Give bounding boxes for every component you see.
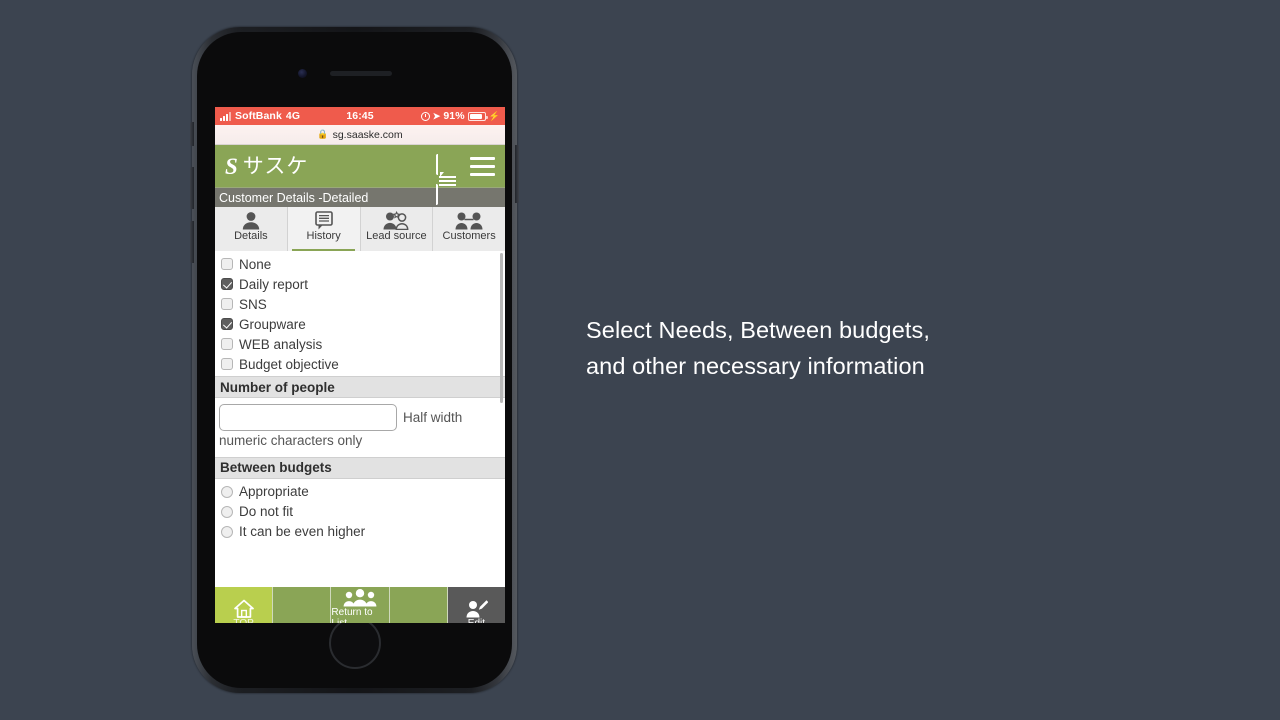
front-camera (297, 69, 307, 78)
status-bar: SoftBank 4G 16:45 ➤ 91% ⚡ (215, 107, 505, 125)
volume-down-button[interactable] (190, 221, 194, 263)
iphone-device-frame: SoftBank 4G 16:45 ➤ 91% ⚡ 🔒 sg.saaske.co… (190, 27, 519, 693)
person-star-icon (383, 210, 409, 230)
carrier-label: SoftBank (235, 110, 282, 122)
alarm-clock-icon (420, 111, 430, 121)
radio-row-it-can-be-even-higher[interactable]: It can be even higher (215, 522, 505, 542)
power-button[interactable] (515, 145, 519, 203)
tab-details[interactable]: Details (215, 207, 288, 251)
radio-label: Do not fit (239, 504, 294, 520)
tab-label: Customers (442, 230, 496, 242)
caption-line-2: and other necessary information (586, 353, 925, 380)
checkbox-control[interactable] (221, 258, 233, 270)
checkbox-label: Groupware (239, 316, 306, 332)
tab-label: Lead source (366, 230, 427, 242)
field-hint-part1: Half width (403, 409, 463, 425)
checkbox-control[interactable] (221, 358, 233, 370)
checkbox-control[interactable] (221, 318, 233, 330)
hamburger-menu-icon[interactable] (470, 156, 495, 176)
checkbox-control[interactable] (221, 338, 233, 350)
phone-bezel: SoftBank 4G 16:45 ➤ 91% ⚡ 🔒 sg.saaske.co… (197, 32, 512, 688)
battery-icon (467, 111, 488, 121)
battery-percent-label: 91% (443, 110, 465, 122)
toolbar-button-edit[interactable]: Edit (447, 587, 505, 623)
checkbox-control[interactable] (221, 298, 233, 310)
caption-text: Select Needs, Between budgets, and other… (586, 312, 1146, 385)
needs-checkbox-group: None Daily report SNS Groupware WEB anal… (215, 251, 505, 376)
person-pencil-icon (464, 587, 489, 618)
checkbox-control[interactable] (221, 278, 233, 290)
checkbox-label: WEB analysis (239, 336, 323, 352)
location-arrow-icon: ➤ (432, 110, 441, 121)
chat-icon[interactable] (436, 154, 459, 205)
earpiece-speaker (329, 71, 392, 76)
radio-label: It can be even higher (239, 524, 366, 540)
home-icon (233, 587, 254, 618)
volume-up-button[interactable] (190, 167, 194, 209)
checkbox-label: SNS (239, 296, 267, 312)
page-title: Customer Details -Detailed (215, 187, 505, 207)
radio-row-do-not-fit[interactable]: Do not fit (215, 502, 505, 522)
checkbox-row-web-analysis[interactable]: WEB analysis (215, 334, 505, 354)
status-bar-left: SoftBank 4G (220, 110, 300, 122)
section-header-between-budgets: Between budgets (215, 456, 505, 479)
people-linked-icon (455, 210, 483, 230)
form-scroll-area[interactable]: None Daily report SNS Groupware WEB anal… (215, 251, 505, 587)
brand-logo-text: サスケ (242, 154, 309, 178)
signal-strength-icon (220, 111, 231, 121)
toolbar-button-label: TOP (233, 618, 253, 623)
lightning-bolt-icon: ⚡ (488, 110, 500, 121)
lock-icon: 🔒 (317, 129, 329, 139)
app-header: S サスケ (215, 145, 505, 205)
toolbar-button-empty-2[interactable] (389, 587, 448, 623)
caption-line-1: Select Needs, Between budgets, (586, 317, 930, 343)
radio-row-appropriate[interactable]: Appropriate (215, 482, 505, 502)
field-hint-part2: numeric characters only (219, 433, 363, 448)
person-icon (241, 210, 261, 230)
toolbar-button-label: Edit (468, 618, 485, 623)
brand-logo-mark: S (225, 153, 238, 179)
screenshot-root: SoftBank 4G 16:45 ➤ 91% ⚡ 🔒 sg.saaske.co… (0, 0, 1280, 720)
between-budgets-radio-group: Appropriate Do not fit It can be even hi… (215, 479, 505, 544)
checkbox-label: Budget objective (239, 356, 339, 372)
tab-customers[interactable]: Customers (433, 207, 505, 251)
toolbar-button-return-to-list[interactable]: Return to List (331, 585, 390, 623)
tab-bar: Details History Lead source Customers (215, 207, 505, 251)
home-button[interactable] (328, 617, 381, 669)
vertical-scrollbar[interactable] (500, 253, 503, 403)
checkbox-label: None (239, 256, 272, 272)
tab-label: History (306, 230, 341, 242)
checkbox-row-daily-report[interactable]: Daily report (215, 274, 505, 294)
radio-control[interactable] (221, 525, 233, 538)
toolbar-button-empty-1[interactable] (273, 587, 332, 623)
phone-screen: SoftBank 4G 16:45 ➤ 91% ⚡ 🔒 sg.saaske.co… (215, 107, 505, 623)
checkbox-row-sns[interactable]: SNS (215, 294, 505, 314)
tab-label: Details (234, 230, 268, 242)
toolbar-button-label: Return to List (331, 607, 373, 623)
radio-label: Appropriate (239, 484, 309, 500)
status-bar-right: ➤ 91% ⚡ (420, 110, 500, 122)
app-header-icons (436, 154, 495, 205)
silent-switch[interactable] (190, 122, 194, 146)
checkbox-row-budget-objective[interactable]: Budget objective (215, 354, 505, 374)
toolbar-button-top[interactable]: TOP (215, 587, 274, 623)
checkbox-label: Daily report (239, 276, 309, 292)
tab-history[interactable]: History (287, 207, 361, 251)
radio-control[interactable] (221, 505, 233, 518)
checkbox-row-none[interactable]: None (215, 254, 505, 274)
checkbox-row-groupware[interactable]: Groupware (215, 314, 505, 334)
radio-control[interactable] (221, 485, 233, 498)
network-type-label: 4G (285, 110, 301, 122)
section-header-number-of-people: Number of people (215, 376, 505, 398)
tab-lead-source[interactable]: Lead source (361, 207, 434, 251)
url-label: sg.saaske.com (332, 128, 403, 141)
number-of-people-field: Half width numeric characters only (215, 398, 505, 457)
speech-bubble-icon (314, 210, 334, 230)
bottom-toolbar: TOP Return to List (215, 587, 505, 623)
number-of-people-input[interactable] (219, 404, 397, 431)
people-group-icon (340, 585, 380, 607)
browser-url-bar[interactable]: 🔒 sg.saaske.com (215, 125, 505, 145)
